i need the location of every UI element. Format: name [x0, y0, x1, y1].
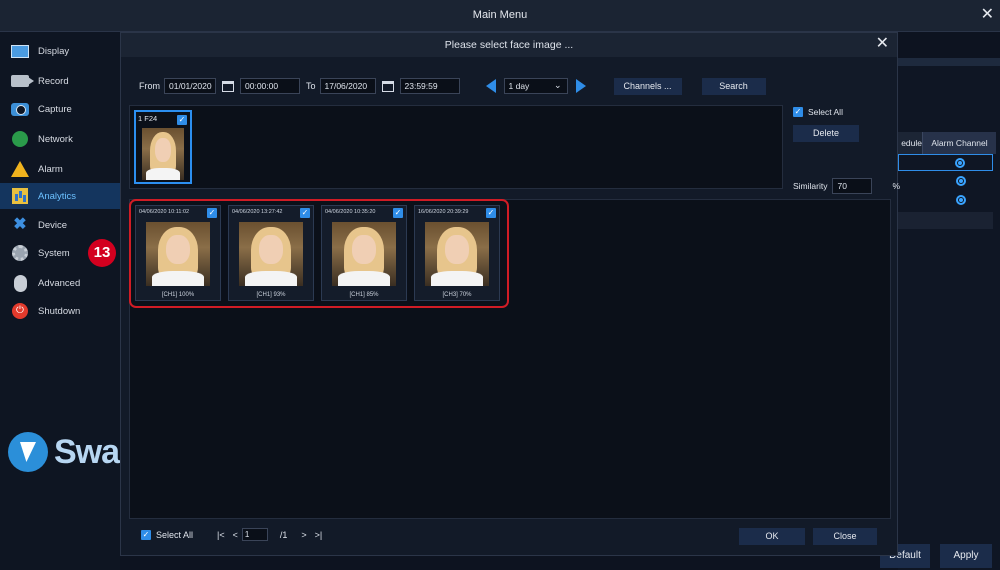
last-page-icon[interactable]: >| [315, 530, 323, 540]
sidebar-item-label: Display [38, 45, 70, 57]
sidebar-item-label: Device [38, 219, 68, 231]
select-all-label: Select All [156, 529, 194, 540]
gear-icon [10, 244, 30, 262]
pagination: |< < 1 /1 > >| [213, 528, 326, 541]
similarity-input[interactable]: 70 [832, 178, 873, 194]
checkbox-checked-icon[interactable]: ✓ [141, 529, 151, 540]
checkbox-checked-icon[interactable]: ✓ [177, 115, 187, 125]
to-label: To [306, 81, 316, 91]
background-buttons: Default Apply [880, 540, 1000, 570]
table-row [898, 212, 993, 229]
main-menu-close-icon[interactable]: ✕ [981, 7, 994, 23]
chevron-down-icon: ⌄ [553, 80, 562, 90]
highlight-annotation-box [129, 199, 509, 308]
column-header-alarm-channel: Alarm Channel [922, 132, 996, 154]
close-button[interactable]: Close [813, 528, 877, 545]
dialog-title: Please select face image ... [444, 39, 574, 51]
sidebar-item-display[interactable]: Display [10, 38, 118, 64]
table-row[interactable] [898, 192, 993, 209]
next-day-arrow-icon[interactable] [575, 79, 586, 93]
table-row[interactable] [898, 154, 993, 171]
page-total: /1 [279, 529, 288, 540]
brand-logo: Swa [8, 432, 120, 472]
capture-icon [10, 100, 30, 118]
page-input[interactable]: 1 [241, 528, 268, 541]
similarity-control: Similarity 70 % [793, 178, 900, 194]
sidebar-item-capture[interactable]: Capture [10, 96, 118, 122]
sidebar-item-device[interactable]: ✖ Device [10, 212, 118, 238]
sidebar-item-label: Alarm [38, 163, 63, 175]
alarm-icon [10, 160, 30, 178]
from-time-field[interactable]: 00:00:00 [240, 78, 300, 94]
face-select-dialog: Please select face image ... ✕ From 01/0… [120, 32, 900, 556]
query-face-thumbnail[interactable]: 1 F24 ✓ [134, 110, 192, 184]
query-controls: ✓ Select All Delete [793, 107, 893, 142]
time-span-select[interactable]: 1 day ⌄ [503, 78, 568, 94]
calendar-icon[interactable] [222, 80, 234, 92]
select-all-query[interactable]: ✓ Select All [793, 107, 893, 117]
power-icon: ⏻ [10, 302, 30, 320]
mouse-icon [10, 274, 30, 292]
main-menu-title: Main Menu [472, 9, 528, 21]
sidebar-item-label: Shutdown [38, 305, 81, 317]
prev-page-icon[interactable]: < [233, 530, 238, 540]
search-button[interactable]: Search [701, 77, 766, 95]
settings-dot-icon[interactable] [956, 176, 966, 186]
network-icon [10, 130, 30, 148]
delete-button[interactable]: Delete [793, 125, 859, 142]
step-badge: 13 [88, 239, 116, 267]
sidebar-item-shutdown[interactable]: ⏻ Shutdown [10, 298, 118, 324]
search-filter-bar: From 01/01/2020 00:00:00 To 17/06/2020 2… [139, 77, 766, 95]
sidebar-item-analytics[interactable]: Analytics [0, 183, 120, 209]
column-header-schedule: edule [898, 132, 922, 154]
dialog-footer: ✓ Select All |< < 1 /1 > >| [141, 528, 326, 541]
settings-dot-icon[interactable] [956, 195, 966, 205]
settings-dot-icon[interactable] [955, 158, 965, 168]
sidebar-item-advanced[interactable]: Advanced [10, 270, 118, 296]
time-span-value: 1 day [508, 81, 530, 91]
select-all-label: Select All [808, 107, 843, 117]
face-image [142, 128, 184, 180]
checkbox-checked-icon[interactable]: ✓ [793, 107, 803, 117]
background-table-header: edule Alarm Channel [898, 132, 996, 154]
next-page-icon[interactable]: > [301, 530, 306, 540]
sidebar-item-alarm[interactable]: Alarm [10, 156, 118, 182]
calendar-icon[interactable] [381, 80, 394, 92]
first-page-icon[interactable]: |< [217, 530, 225, 540]
previous-day-arrow-icon[interactable] [485, 79, 496, 93]
to-date-field[interactable]: 17/06/2020 [319, 78, 376, 94]
main-menu-titlebar: Main Menu ✕ [0, 0, 1000, 32]
from-label: From [139, 81, 160, 91]
dialog-close-icon[interactable]: ✕ [876, 36, 889, 52]
query-face-label: 1 F24 [138, 114, 158, 123]
query-face-panel: 1 F24 ✓ [129, 105, 783, 189]
dialog-titlebar: Please select face image ... ✕ [121, 33, 897, 57]
ok-button[interactable]: OK [739, 528, 805, 545]
sidebar-item-label: Network [38, 133, 73, 145]
apply-button[interactable]: Apply [940, 544, 992, 568]
sidebar: Display Record Capture Network Alarm Ana… [0, 32, 120, 570]
channels-button[interactable]: Channels ... [613, 77, 682, 95]
sidebar-item-label: Advanced [38, 277, 81, 289]
analytics-icon [10, 187, 30, 205]
device-tools-icon: ✖ [13, 216, 27, 233]
record-icon [10, 72, 34, 90]
sidebar-item-network[interactable]: Network [10, 126, 118, 152]
from-date-field[interactable]: 01/01/2020 [164, 78, 216, 94]
display-icon [10, 42, 30, 60]
sidebar-item-label: Capture [38, 103, 72, 115]
table-row[interactable] [898, 173, 993, 190]
sidebar-item-label: Record [38, 75, 69, 87]
sidebar-item-record[interactable]: Record [10, 68, 118, 94]
sidebar-item-label: System [38, 247, 70, 259]
logo-mark-icon [8, 432, 48, 472]
dvr-screen: Main Menu ✕ Display Record Capture Netwo… [0, 0, 1000, 570]
sidebar-item-label: Analytics [38, 190, 77, 202]
similarity-label: Similarity [793, 181, 828, 191]
logo-text: Swa [54, 432, 120, 471]
similarity-unit: % [892, 181, 901, 191]
to-time-field[interactable]: 23:59:59 [399, 78, 460, 94]
